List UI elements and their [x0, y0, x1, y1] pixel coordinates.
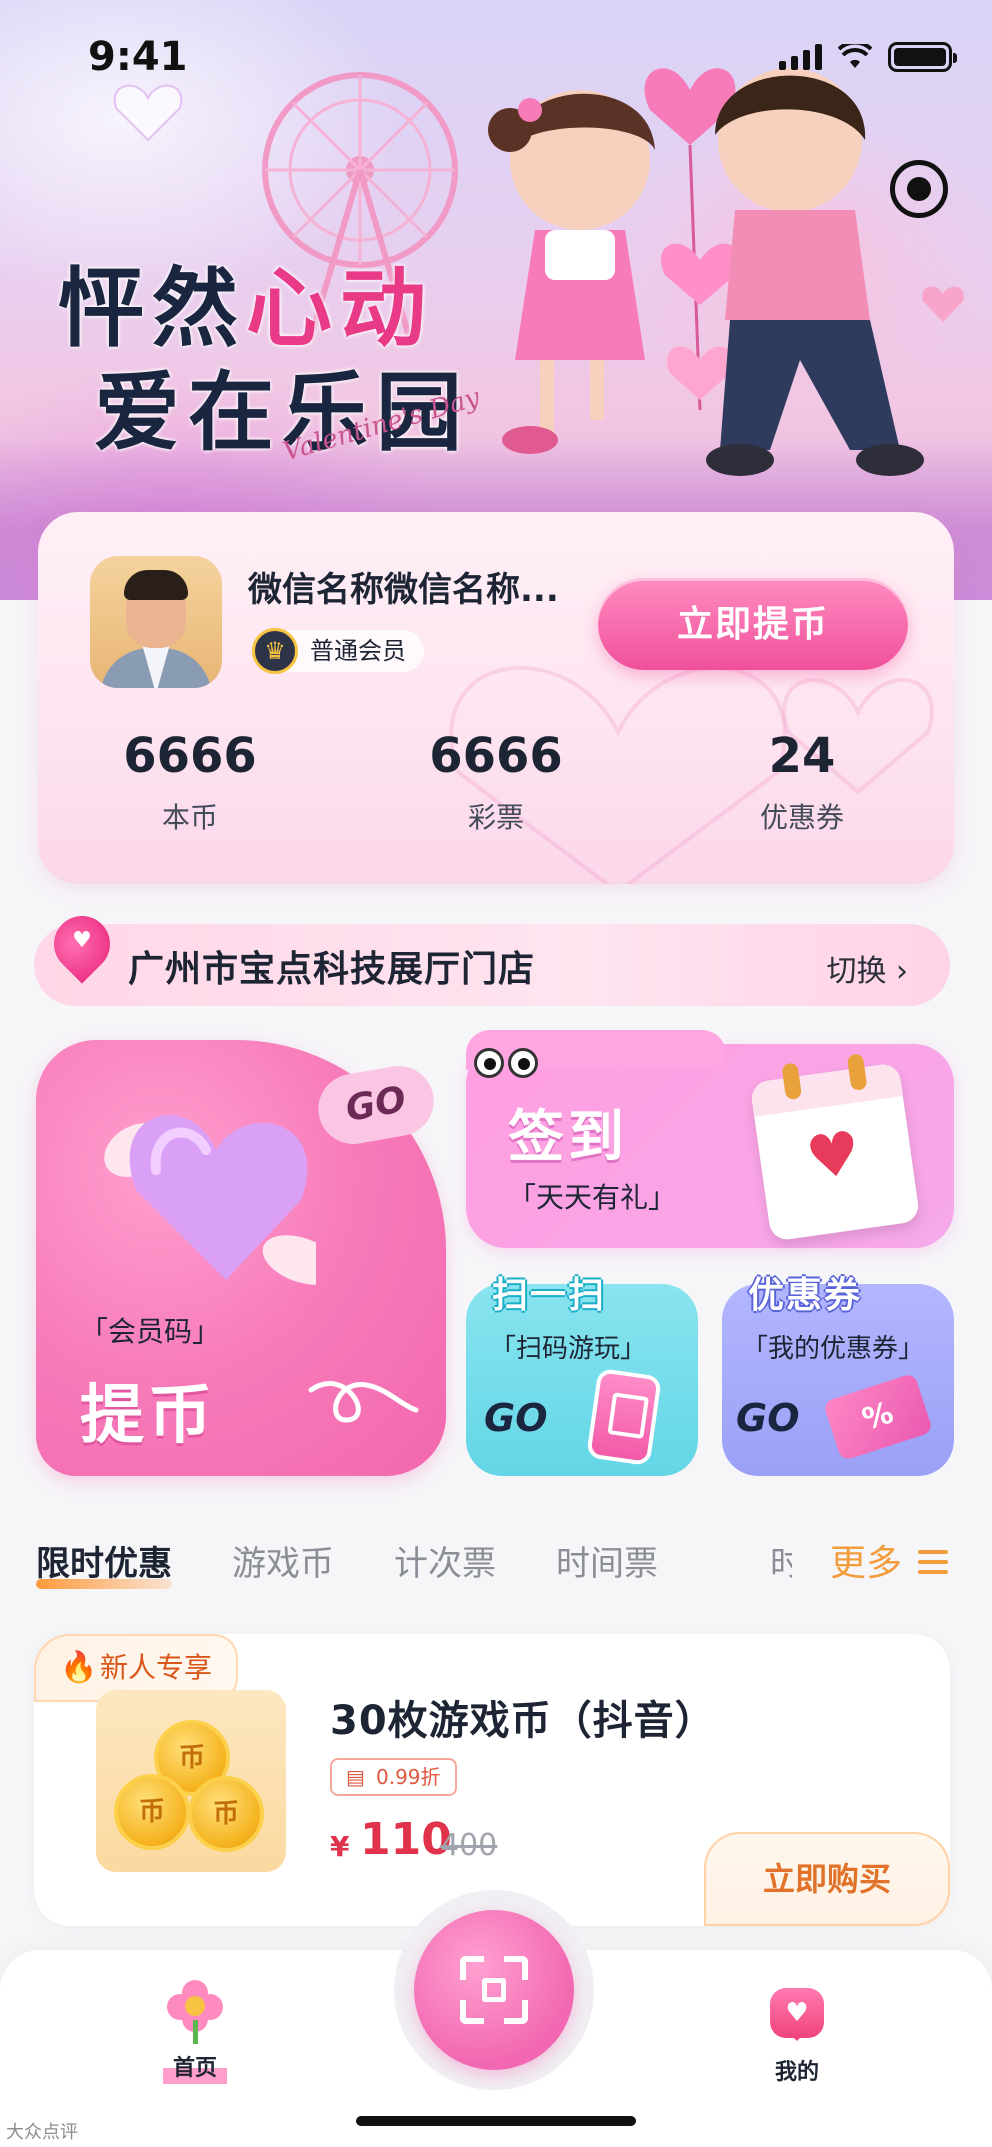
nav-mine[interactable]: ♥ 我的: [752, 1988, 842, 2086]
heart-chat-icon: ♥: [770, 1988, 824, 2041]
bubble-heart-decoration: [113, 84, 183, 142]
sign-in-title: 签到: [508, 1105, 628, 1170]
tab-count-tickets[interactable]: 计次票: [394, 1536, 496, 1585]
stat-value: 6666: [429, 728, 563, 784]
discount-text: 0.99折: [376, 1765, 441, 1789]
chevron-right-icon: ›: [896, 954, 908, 989]
store-name: 广州市宝点科技展厅门店: [128, 949, 536, 990]
crown-icon: ♛: [252, 628, 298, 674]
coin-icon: 币: [188, 1776, 264, 1852]
category-tabs: 限时优惠 游戏币 计次票 时间票: [36, 1536, 718, 1589]
switch-store-link[interactable]: 切换 ›: [826, 946, 908, 990]
coin-icon: 币: [114, 1774, 190, 1850]
ticket-icon: ▤: [346, 1765, 365, 1789]
stat-label: 本币: [161, 801, 218, 834]
scan-go-label: GO: [484, 1396, 548, 1440]
stat-lottery[interactable]: 6666 彩票: [376, 728, 616, 836]
price-currency: ¥: [330, 1830, 350, 1863]
nav-home[interactable]: 首页: [150, 1980, 240, 2084]
menu-icon[interactable]: [918, 1550, 948, 1574]
price-original: 400: [440, 1828, 498, 1863]
coupon-subtitle: 「我的优惠券」: [742, 1334, 925, 1364]
member-code-label: 「会员码」: [80, 1315, 221, 1348]
battery-icon: [888, 42, 957, 72]
buy-now-button[interactable]: 立即购买: [704, 1832, 950, 1926]
scan-subtitle: 「扫码游玩」: [490, 1334, 647, 1364]
product-title: 30枚游戏币（抖音）: [330, 1698, 716, 1744]
more-categories-button[interactable]: 更多: [830, 1534, 902, 1586]
tab-partial[interactable]: 时: [770, 1536, 792, 1585]
phone-qr-icon: [586, 1367, 662, 1467]
store-selector-bar[interactable]: ♥ 广州市宝点科技展厅门店 切换 ›: [34, 904, 950, 1006]
member-code-title: 提币: [80, 1379, 216, 1453]
watermark: 大众点评: [6, 2122, 78, 2143]
coupon-title: 优惠券: [748, 1275, 863, 1316]
location-pin-icon: ♥: [42, 904, 122, 986]
flower-icon: [167, 1980, 223, 2044]
googly-eyes-icon: [474, 1048, 538, 1078]
sign-in-subtitle: 「天天有礼」: [508, 1181, 677, 1214]
tab-time-tickets[interactable]: 时间票: [556, 1536, 658, 1585]
avatar[interactable]: [90, 556, 222, 688]
member-level-badge: ♛ 普通会员: [252, 628, 424, 674]
home-indicator: [356, 2116, 636, 2126]
winged-heart-icon: [104, 1115, 316, 1285]
heart-decoration: [922, 286, 964, 322]
nav-home-label: 首页: [162, 2048, 227, 2084]
stat-value: 6666: [123, 728, 257, 784]
stat-value: 24: [768, 728, 836, 784]
stat-label: 优惠券: [759, 801, 844, 834]
status-time: 9:41: [88, 34, 188, 80]
status-icons: [779, 42, 957, 72]
scan-title: 扫一扫: [492, 1275, 607, 1316]
username: 微信名称微信名称...: [248, 570, 559, 610]
tab-game-coins[interactable]: 游戏币: [232, 1536, 334, 1585]
coupon-go-label: GO: [736, 1396, 800, 1440]
price-current: 110: [360, 1814, 452, 1865]
wifi-icon: [838, 44, 872, 68]
withdraw-coins-button[interactable]: 立即提币: [598, 578, 908, 670]
fire-icon: 🔥: [60, 1650, 98, 1685]
couple-illustration: [488, 68, 924, 476]
swirl-decoration: [308, 1381, 419, 1423]
user-info-card: 微信名称微信名称... ♛ 普通会员 立即提币 6666 本币 6666 彩票 …: [38, 512, 954, 884]
game-coins-image: 币 币 币: [96, 1690, 286, 1872]
stat-coupons[interactable]: 24 优惠券: [682, 728, 922, 836]
cellular-signal-icon: [779, 44, 822, 70]
discount-tag: ▤ 0.99折: [330, 1758, 457, 1796]
scan-button[interactable]: [414, 1910, 574, 2070]
record-icon[interactable]: [890, 160, 948, 218]
stat-coins[interactable]: 6666 本币: [70, 728, 310, 836]
hero-banner: 9:41 怦然心动 爱在乐园 Valentine's Day: [0, 0, 992, 600]
switch-label: 切换: [826, 954, 887, 989]
stat-label: 彩票: [467, 801, 524, 834]
new-user-badge-text: 新人专享: [100, 1651, 213, 1684]
tab-limited-offer[interactable]: 限时优惠: [36, 1536, 172, 1589]
nav-mine-label: 我的: [774, 2060, 819, 2085]
qr-scan-icon: [460, 1956, 528, 2024]
member-level-text: 普通会员: [310, 637, 406, 665]
calendar-icon: ♥: [749, 1053, 921, 1242]
